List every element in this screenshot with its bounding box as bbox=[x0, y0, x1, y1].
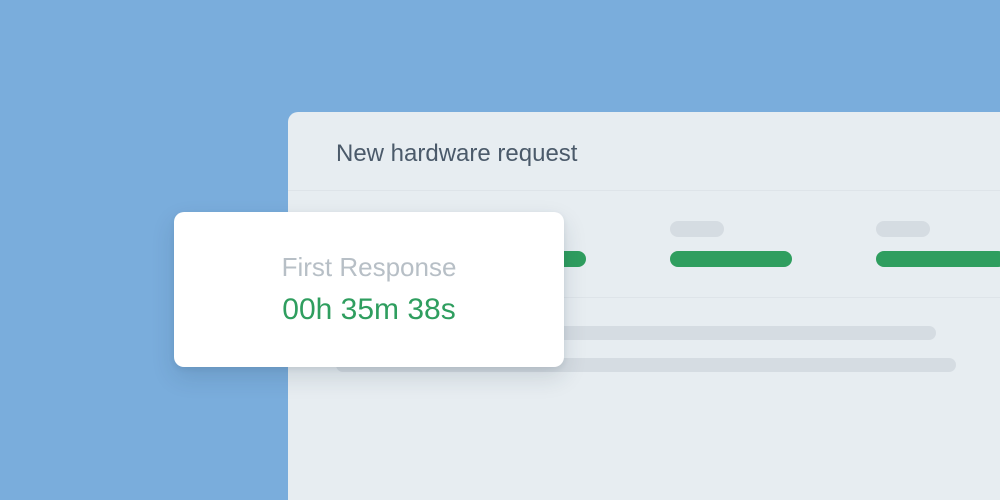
stat-label-placeholder bbox=[670, 221, 724, 237]
panel-header: New hardware request bbox=[288, 112, 1000, 191]
first-response-card: First Response 00h 35m 38s bbox=[174, 212, 564, 367]
card-label: First Response bbox=[282, 252, 457, 283]
stat-item bbox=[670, 221, 792, 267]
stat-label-placeholder bbox=[876, 221, 930, 237]
stat-value-bar bbox=[876, 251, 1000, 267]
stat-item bbox=[876, 221, 1000, 267]
stat-value-bar bbox=[670, 251, 792, 267]
card-time-value: 00h 35m 38s bbox=[282, 293, 455, 327]
panel-title: New hardware request bbox=[336, 140, 960, 168]
